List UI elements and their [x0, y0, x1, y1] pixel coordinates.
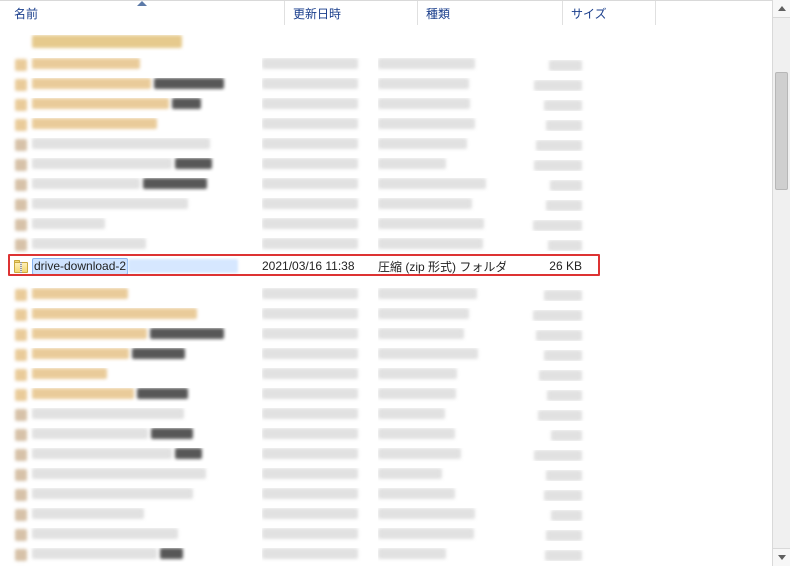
column-header-size-label: サイズ [571, 5, 607, 22]
column-header-row: 名前 更新日時 種類 サイズ [0, 0, 772, 25]
file-type: 圧縮 (zip 形式) フォルダー [378, 258, 506, 275]
table-row[interactable] [0, 325, 772, 345]
file-name: drive-download-2 [32, 258, 128, 275]
column-header-type[interactable]: 種類 [418, 1, 563, 25]
table-row[interactable] [0, 155, 772, 175]
table-row[interactable] [0, 75, 772, 95]
table-row[interactable] [0, 505, 772, 525]
column-header-date[interactable]: 更新日時 [285, 1, 418, 25]
table-row[interactable] [0, 31, 772, 55]
table-row[interactable] [0, 525, 772, 545]
table-row[interactable] [0, 175, 772, 195]
table-row[interactable] [0, 465, 772, 485]
explorer-window: 名前 更新日時 種類 サイズ drive-download-2 2021/03/1… [0, 0, 790, 566]
sort-asc-icon [137, 1, 147, 6]
table-row[interactable] [0, 215, 772, 235]
chevron-up-icon [778, 6, 786, 11]
table-row[interactable] [0, 545, 772, 565]
scroll-down-button[interactable] [773, 548, 790, 566]
chevron-down-icon [778, 555, 786, 560]
table-row[interactable] [0, 305, 772, 325]
column-header-name[interactable]: 名前 [0, 1, 285, 25]
table-row[interactable] [0, 405, 772, 425]
table-row[interactable] [0, 485, 772, 505]
table-row[interactable] [0, 285, 772, 305]
table-row[interactable] [0, 95, 772, 115]
file-list: drive-download-2 2021/03/16 11:38圧縮 (zip … [0, 25, 772, 566]
file-size: 26 KB [506, 259, 588, 273]
column-header-type-label: 種類 [426, 5, 450, 22]
table-row[interactable] [0, 385, 772, 405]
file-list-viewport: 名前 更新日時 種類 サイズ drive-download-2 2021/03/1… [0, 0, 772, 566]
table-row[interactable] [0, 235, 772, 255]
table-row[interactable] [0, 115, 772, 135]
zip-folder-icon [14, 259, 28, 274]
table-row[interactable] [0, 195, 772, 215]
table-row-highlighted[interactable]: drive-download-2 2021/03/16 11:38圧縮 (zip … [0, 255, 772, 277]
table-row[interactable] [0, 425, 772, 445]
table-row[interactable] [0, 55, 772, 75]
table-row[interactable] [0, 365, 772, 385]
vertical-scrollbar[interactable] [772, 0, 790, 566]
table-row[interactable] [0, 445, 772, 465]
file-date: 2021/03/16 11:38 [262, 259, 378, 273]
scrollbar-thumb[interactable] [775, 72, 788, 190]
table-row[interactable] [0, 345, 772, 365]
table-row[interactable] [0, 135, 772, 155]
column-header-date-label: 更新日時 [293, 5, 341, 22]
column-header-name-label: 名前 [14, 5, 38, 22]
scroll-up-button[interactable] [773, 0, 790, 18]
column-header-size[interactable]: サイズ [563, 1, 656, 25]
